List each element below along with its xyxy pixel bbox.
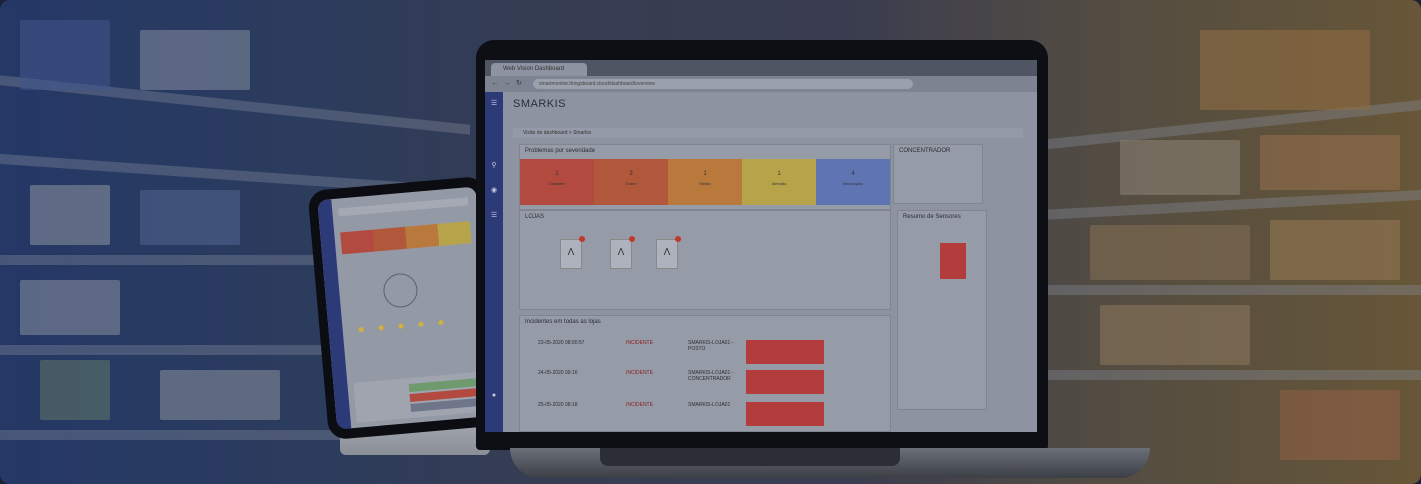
phone-gauge	[382, 272, 419, 309]
stores-panel: LOJAS Λ Λ Λ	[519, 210, 891, 310]
severity-label: Atenção	[771, 181, 787, 186]
search-icon[interactable]: ⚲	[490, 162, 498, 170]
url-field[interactable]: smartmonitor.thingsboard.cloud/dashboard…	[533, 79, 913, 89]
store-card[interactable]: Λ	[560, 236, 585, 269]
severity-block[interactable]: 1 Atenção	[742, 159, 816, 205]
browser-address-bar: ← → ↻ smartmonitor.thingsboard.cloud/das…	[485, 76, 1037, 92]
forward-icon[interactable]: →	[503, 80, 511, 88]
menu-icon[interactable]: ☰	[490, 100, 498, 108]
app-sidebar: ☰ ⚲ ◉ ☰ ●	[485, 92, 503, 432]
panel-title: Incidentes em todas as lojas	[525, 319, 601, 325]
table-row[interactable]: 25-05-2020 08:18 INCIDENTE SMARKIS-LOJA0…	[538, 402, 908, 426]
incidents-panel: Incidentes em todas as lojas 23-05-2020 …	[519, 315, 891, 432]
browser-tab[interactable]: Web Vision Dashboard	[491, 63, 587, 76]
severity-count: 4	[851, 171, 855, 177]
sensor-summary-panel: Resumo de Sensores	[897, 210, 987, 410]
browser-tab-bar: Web Vision Dashboard	[485, 60, 1037, 76]
severity-block[interactable]: 4 Informação	[816, 159, 890, 205]
severity-label: Informação	[842, 181, 863, 186]
panel-title: Resumo de Sensores	[903, 214, 961, 220]
severity-count: 1	[703, 171, 707, 177]
back-icon[interactable]: ←	[491, 80, 499, 88]
laptop-screen: Web Vision Dashboard ← → ↻ smartmonitor.…	[485, 60, 1037, 432]
table-row[interactable]: 24-05-2020 09:16 INCIDENTE SMARKIS-LOJA0…	[538, 370, 908, 394]
phone-store-dots	[353, 313, 464, 343]
severity-label: Desastre	[548, 181, 565, 186]
phone-table	[353, 371, 492, 423]
severity-count: 3	[629, 171, 633, 177]
status-cell	[940, 243, 966, 279]
severity-block[interactable]: 3 Grave	[594, 159, 668, 205]
user-icon[interactable]: ●	[490, 392, 498, 400]
severity-panel: Problemas por severidade 1 Desastre 3 Grave…	[519, 144, 891, 210]
phone-severity-strip	[340, 221, 472, 255]
panel-title: LOJAS	[525, 214, 545, 220]
panel-title: Problemas por severidade	[525, 148, 596, 154]
table-row[interactable]: 23-05-2020 08:00:57 INCIDENTE SMARKIS-LO…	[538, 340, 908, 364]
hero-image: Web Vision Dashboard ← → ↻ smartmonitor.…	[0, 0, 1421, 484]
severity-label: Média	[699, 181, 711, 186]
store-card[interactable]: Λ	[610, 236, 635, 269]
severity-count: 1	[777, 171, 781, 177]
laptop-keyboard	[600, 448, 900, 466]
store-card[interactable]: Λ	[656, 236, 681, 269]
reload-icon[interactable]: ↻	[515, 80, 523, 88]
app-title: SMARKIS	[513, 98, 567, 110]
panel-title: CONCENTRADOR	[899, 148, 951, 154]
list-icon[interactable]: ☰	[490, 212, 498, 220]
concentrator-panel: CONCENTRADOR	[893, 144, 983, 204]
phone-header-bar	[338, 197, 469, 217]
breadcrumb: Visão de dashboard > Smarkis	[513, 128, 1023, 138]
severity-block[interactable]: 1 Desastre	[520, 159, 594, 205]
dashboard-icon[interactable]: ◉	[490, 187, 498, 195]
severity-label: Grave	[625, 181, 637, 186]
phone-screen	[317, 186, 496, 430]
severity-block[interactable]: 1 Média	[668, 159, 742, 205]
severity-count: 1	[555, 171, 559, 177]
